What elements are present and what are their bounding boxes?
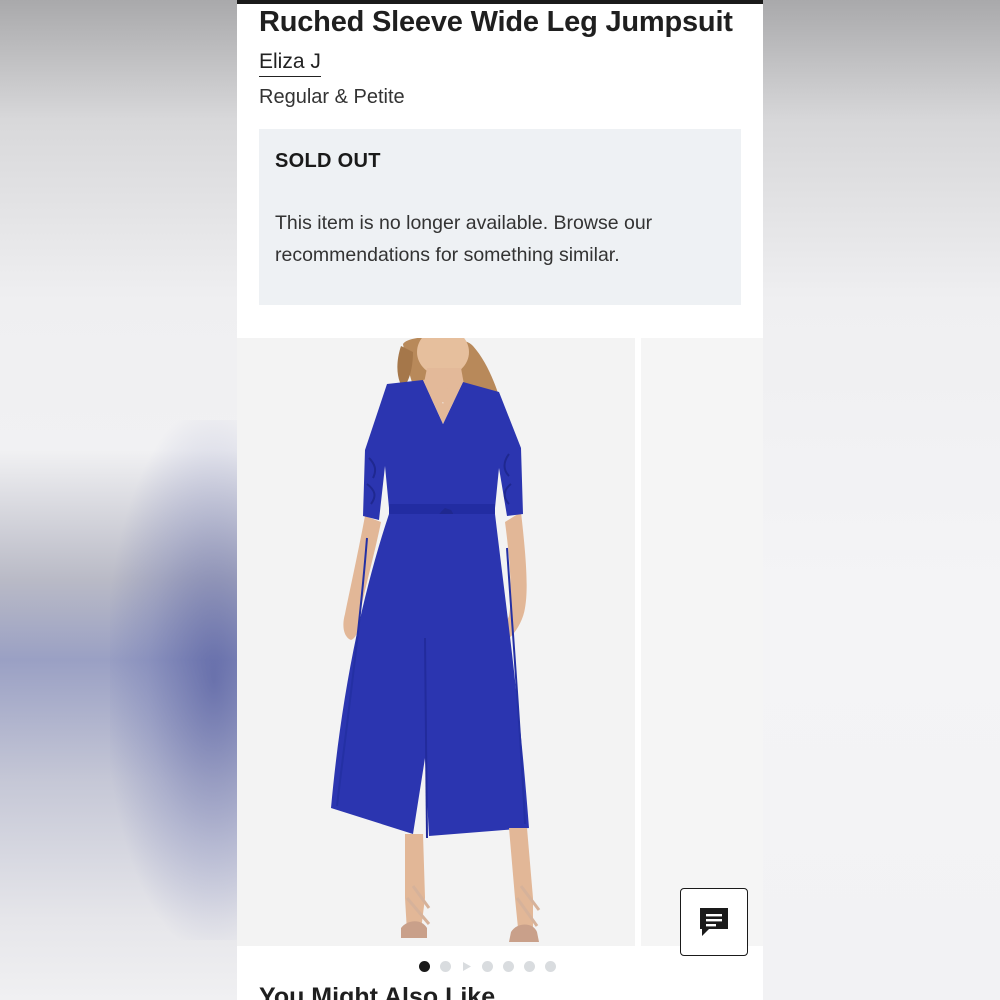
pagination-dot-7[interactable] <box>545 960 556 972</box>
product-image-next[interactable] <box>641 338 763 946</box>
brand-link[interactable]: Eliza J <box>259 50 321 77</box>
blurred-backdrop-right <box>763 0 1000 1000</box>
pagination-video-dot[interactable] <box>461 961 472 972</box>
play-icon <box>463 961 471 971</box>
sold-out-title: SOLD OUT <box>275 150 381 172</box>
fit-options: Regular & Petite <box>259 86 405 108</box>
pagination-dot-1[interactable] <box>419 960 430 972</box>
product-photo <box>237 338 635 946</box>
product-title: Ruched Sleeve Wide Leg Jumpsuit <box>259 6 733 38</box>
chat-bubble-icon <box>700 908 728 936</box>
top-bar <box>237 0 763 4</box>
pagination-dot-5[interactable] <box>503 960 514 972</box>
pagination-dot-6[interactable] <box>524 960 535 972</box>
pagination-dot-2[interactable] <box>440 960 451 972</box>
gallery-pagination <box>419 960 556 972</box>
blurred-backdrop-left <box>0 0 240 1000</box>
chat-button[interactable] <box>680 888 748 956</box>
image-gallery[interactable] <box>237 338 763 956</box>
product-image-main[interactable] <box>237 338 635 946</box>
recommendations-heading: You Might Also Like <box>259 983 496 1000</box>
sold-out-notice: SOLD OUT This item is no longer availabl… <box>259 129 741 305</box>
sold-out-message: This item is no longer available. Browse… <box>275 212 653 266</box>
pagination-dot-4[interactable] <box>482 960 493 972</box>
product-page: Ruched Sleeve Wide Leg Jumpsuit Eliza J … <box>237 0 763 1000</box>
